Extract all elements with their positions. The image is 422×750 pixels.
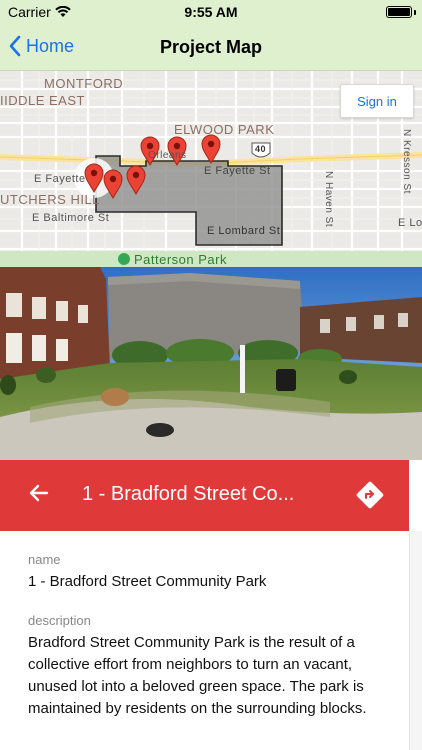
map-label-orleans: Orleans: [148, 150, 187, 161]
map-label-e-fayette-st: E Fayette St: [204, 165, 271, 177]
directions-icon: [356, 481, 384, 509]
description-value: Bradford Street Community Park is the re…: [28, 634, 367, 717]
details-scrollbar[interactable]: [409, 531, 422, 750]
item-header-bar: 1 - Bradford Street Co...: [0, 460, 409, 531]
map-label-e-baltimore: E Baltimore St: [32, 212, 110, 224]
status-bar: Carrier 9:55 AM: [0, 0, 422, 24]
map-label-e-lombard: E Lombard St: [207, 225, 281, 237]
map-label-patterson-park: Patterson Park: [134, 252, 227, 267]
item-back-button[interactable]: [28, 482, 50, 509]
description-label: description: [28, 613, 91, 628]
map-label-e-lo: E Lo: [398, 217, 422, 229]
item-details: name 1 - Bradford Street Community Park …: [28, 552, 398, 720]
map-label-n-kresson: N Kresson St: [401, 129, 412, 194]
arrow-left-icon: [29, 484, 49, 502]
park-photo-image: [0, 267, 422, 460]
project-photo: [0, 267, 422, 460]
name-label: name: [28, 552, 61, 567]
map-label-butchers-hill: UTCHERS HILL: [0, 192, 100, 207]
battery-icon: [386, 6, 412, 18]
item-title: 1 - Bradford Street Co...: [82, 483, 295, 505]
directions-button[interactable]: [356, 481, 384, 514]
name-value: 1 - Bradford Street Community Park: [28, 573, 267, 590]
status-time: 9:55 AM: [184, 4, 238, 20]
navigation-bar: Home Project Map: [0, 24, 422, 71]
map-label-montford: MONTFORD: [44, 76, 124, 91]
battery-tip: [414, 10, 416, 15]
map-sign-in-button[interactable]: Sign in: [340, 84, 414, 118]
page-title: Project Map: [159, 37, 263, 57]
map-label-route-40: 40: [255, 144, 267, 154]
map-label-n-haven: N Haven St: [323, 171, 334, 228]
project-map[interactable]: MONTFORD IIDDLE EAST ELWOOD PARK UTCHERS…: [0, 71, 422, 267]
map-label-middle-east: IIDDLE EAST: [0, 93, 85, 108]
map-label-elwood-park: ELWOOD PARK: [174, 122, 275, 137]
map-label-e-fayette: E Fayette: [34, 173, 86, 185]
